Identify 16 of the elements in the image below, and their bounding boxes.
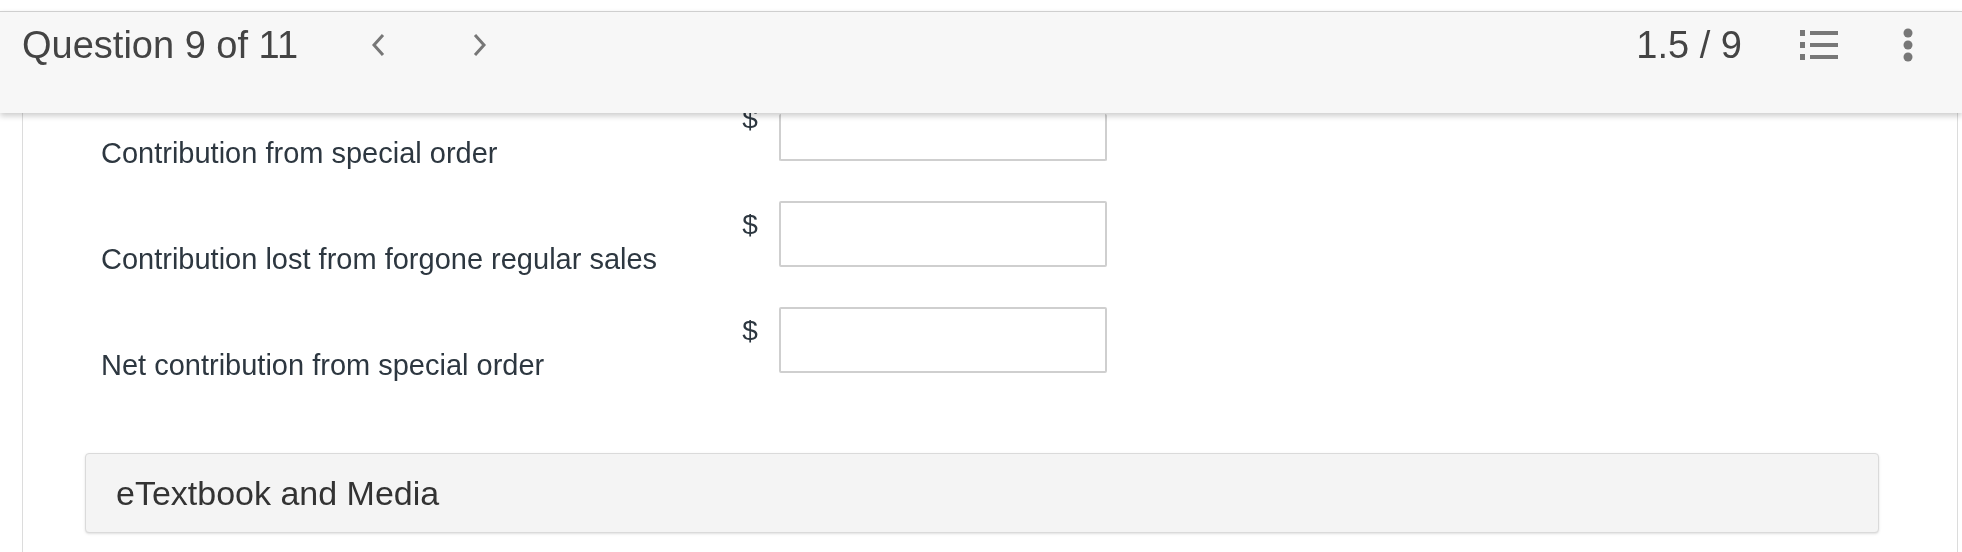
- question-title: Question 9 of 11: [22, 22, 299, 68]
- resources-label: eTextbook and Media: [116, 472, 440, 514]
- score-text: 1.5 / 9: [1636, 22, 1742, 68]
- field-label: Contribution lost from forgone regular sales: [101, 242, 659, 277]
- currency-symbol: $: [741, 208, 759, 242]
- chevron-left-icon: [371, 33, 386, 57]
- amount-input[interactable]: [779, 307, 1107, 373]
- currency-symbol: $: [741, 314, 759, 348]
- amount-input[interactable]: [779, 114, 1107, 161]
- numbered-list-icon: [1800, 29, 1840, 61]
- field-label: Net contribution from special order: [101, 348, 546, 383]
- field-label: Contribution from special order: [101, 136, 499, 171]
- chevron-right-icon: [473, 33, 488, 57]
- more-icon: [1903, 28, 1913, 62]
- resources-bar[interactable]: eTextbook and Media: [85, 453, 1879, 533]
- amount-input[interactable]: [779, 201, 1107, 267]
